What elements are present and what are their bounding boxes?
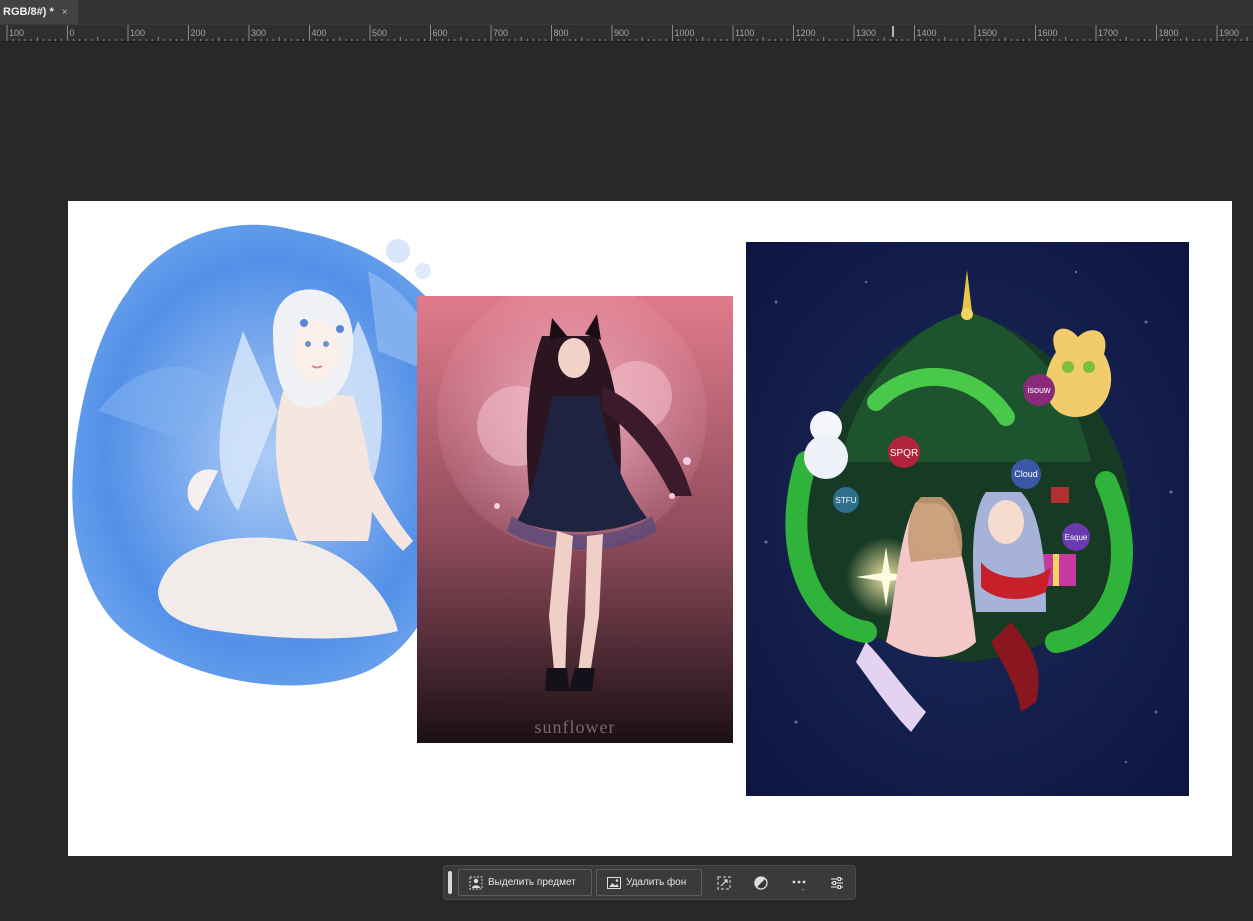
document-tab[interactable]: RGB/8#) * ×: [0, 0, 78, 24]
ruler-label: 100: [130, 28, 145, 38]
ruler-label: 1900: [1219, 28, 1239, 38]
ruler-label: 800: [554, 28, 569, 38]
contextual-task-bar: Выделить предмет Удалить фон: [443, 865, 856, 900]
ornament-spqr: SPQR: [888, 436, 920, 468]
ellipsis-icon: [792, 880, 806, 891]
ornament-isouw: isouw: [1023, 374, 1055, 406]
ruler-label: 600: [433, 28, 448, 38]
ruler-label: 200: [191, 28, 206, 38]
settings-button[interactable]: [827, 873, 847, 893]
ruler-ticks: 100 0 100 200 300 400 500 600 700 800 900 1000 1100 1…: [6, 25, 1248, 41]
drag-handle[interactable]: [448, 871, 452, 894]
ruler-label: 1200: [796, 28, 816, 38]
svg-text:isouw: isouw: [1027, 385, 1051, 395]
ornament-cloud: Cloud: [1011, 459, 1041, 489]
mask-button[interactable]: [751, 873, 771, 893]
ruler-label: 1800: [1159, 28, 1179, 38]
ruler-label: 400: [312, 28, 327, 38]
ornament-stfu: STFU: [833, 487, 859, 513]
person-select-icon: [469, 876, 483, 889]
artwork-watermark: sunflower: [535, 717, 616, 737]
document-tab-title: RGB/8#) *: [3, 6, 54, 18]
ruler-label: 1700: [1098, 28, 1118, 38]
ruler-label: 700: [493, 28, 508, 38]
document-canvas[interactable]: sunflower SPQR isouw Cloud STFU Esque: [68, 201, 1232, 856]
remove-background-button[interactable]: Удалить фон: [596, 869, 702, 896]
ruler-label: 1500: [977, 28, 997, 38]
ruler-label: 1600: [1038, 28, 1058, 38]
half-circle-icon: [754, 876, 768, 890]
ruler-label: 300: [251, 28, 266, 38]
select-subject-button[interactable]: Выделить предмет: [458, 869, 592, 896]
ruler-label: 1400: [917, 28, 937, 38]
ruler-label: 0: [70, 28, 75, 38]
svg-text:STFU: STFU: [836, 496, 857, 505]
more-options-button[interactable]: [789, 873, 809, 893]
image-icon: [607, 876, 621, 889]
ruler-label: 1300: [856, 28, 876, 38]
artwork-christmas: SPQR isouw Cloud STFU Esque: [746, 242, 1189, 796]
sliders-icon: [831, 877, 843, 889]
svg-text:Cloud: Cloud: [1014, 469, 1038, 479]
artwork-catgirl: sunflower: [417, 296, 733, 743]
ruler-label: 1000: [675, 28, 695, 38]
svg-text:SPQR: SPQR: [890, 448, 918, 459]
ruler-label: 500: [372, 28, 387, 38]
remove-background-label: Удалить фон: [626, 877, 687, 888]
ornament-esque: Esque: [1062, 523, 1090, 551]
tab-bar: RGB/8#) * ×: [0, 0, 1253, 24]
ruler-label: 100: [9, 28, 24, 38]
select-subject-label: Выделить предмет: [488, 877, 576, 888]
ruler-label: 900: [614, 28, 629, 38]
horizontal-ruler[interactable]: 100 0 100 200 300 400 500 600 700 800 900 1000 1100 1…: [0, 24, 1253, 42]
ruler-label: 1100: [735, 28, 754, 38]
svg-text:Esque: Esque: [1065, 533, 1088, 542]
transform-button[interactable]: [714, 873, 734, 893]
transform-icon: [717, 876, 731, 890]
close-icon[interactable]: ×: [62, 7, 68, 18]
